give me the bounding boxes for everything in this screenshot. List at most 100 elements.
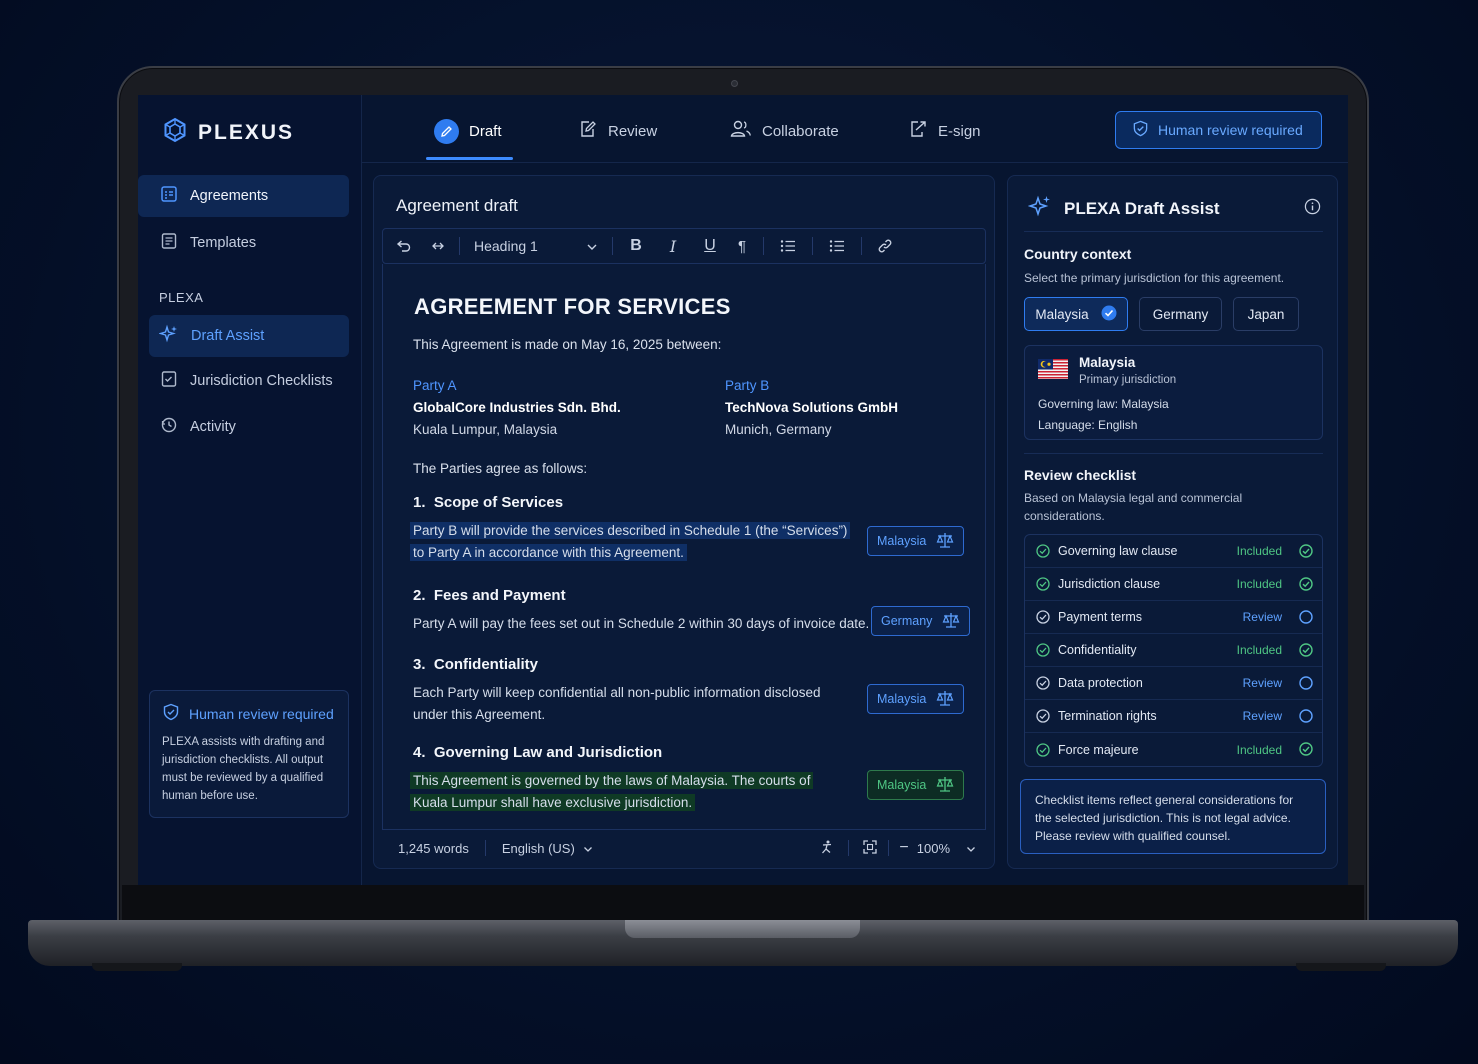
sidebar-item-label: Draft Assist	[191, 328, 265, 344]
checklist-item-status: Included	[1236, 544, 1282, 558]
zoom-level: 100%	[916, 840, 950, 856]
check-circle-icon	[1036, 742, 1050, 757]
bullet-list-icon[interactable]	[770, 229, 806, 263]
checklist-item[interactable]: Governing law clause Included	[1025, 535, 1322, 568]
party-a-location: Kuala Lumpur, Malaysia	[413, 422, 558, 437]
sidebar-item-jurisdiction-checklists[interactable]: Jurisdiction Checklists	[138, 360, 349, 402]
accessibility-icon[interactable]	[819, 839, 835, 858]
review-checklist: Governing law clause Included Jurisdiction…	[1024, 534, 1323, 767]
redo-icon[interactable]	[423, 229, 453, 263]
checklist-item[interactable]: Force majeure Included	[1025, 733, 1322, 766]
language-select[interactable]: English (US)	[502, 841, 593, 856]
notice-text: PLEXA assists with drafting and jurisdic…	[162, 736, 325, 802]
jurisdiction-tag[interactable]: Germany	[871, 606, 971, 636]
style-select-value: Heading 1	[474, 238, 538, 254]
toolbar-divider	[612, 237, 613, 255]
tag-label: Malaysia	[877, 778, 927, 792]
word-count: 1,245 words	[398, 840, 469, 856]
sidebar-item-draft-assist[interactable]: Draft Assist	[149, 315, 349, 357]
empty-circle-icon	[1299, 676, 1313, 693]
undo-icon[interactable]	[383, 229, 423, 263]
tab-label: E-sign	[938, 122, 981, 140]
chip-label: Japan	[1247, 306, 1285, 322]
checklist-sub: Based on Malaysia legal and commercial c…	[1024, 491, 1243, 523]
jurisdiction-tag[interactable]: Malaysia	[867, 526, 965, 556]
section-heading: 1. Scope of Services	[413, 494, 563, 511]
laptop-foot	[1296, 963, 1386, 971]
sidebar-item-agreements[interactable]: Agreements	[138, 175, 349, 217]
paragraph-icon[interactable]: ¶	[727, 229, 757, 263]
editor-title: Agreement draft	[396, 196, 518, 215]
app-screen: PLEXUS Agreements Templates PLEXA Draft …	[138, 95, 1348, 885]
underline-icon[interactable]: U	[693, 229, 727, 263]
fullscreen-icon[interactable]	[862, 839, 878, 858]
human-review-notice: Human review required PLEXA assists with…	[149, 690, 349, 818]
sign-export-icon	[908, 119, 928, 143]
tab-collaborate[interactable]: Collaborate	[730, 115, 839, 147]
bold-icon[interactable]: B	[619, 229, 653, 263]
checklist-item[interactable]: Jurisdiction clause Included	[1025, 568, 1322, 601]
highlighted-text: to Party A in accordance with this Agree…	[410, 544, 687, 561]
logo-icon	[162, 117, 188, 148]
document-intro: This Agreement is made on May 16, 2025 b…	[413, 337, 722, 352]
button-label: Human review required	[1158, 122, 1303, 138]
tab-review[interactable]: Review	[578, 115, 657, 147]
document-body[interactable]: AGREEMENT FOR SERVICES This Agreement is…	[382, 264, 986, 830]
country-chip-japan[interactable]: Japan	[1233, 297, 1299, 331]
brand[interactable]: PLEXUS	[162, 117, 294, 148]
shield-icon	[1132, 120, 1149, 140]
section-number: 3.	[413, 656, 426, 673]
check-circle-icon	[1036, 577, 1050, 591]
sidebar-item-templates[interactable]: Templates	[138, 222, 349, 264]
checklist-heading: Review checklist	[1024, 467, 1137, 483]
country-name: Malaysia	[1079, 355, 1136, 370]
active-tab-indicator	[426, 157, 513, 160]
sidebar-item-label: Jurisdiction Checklists	[190, 373, 333, 389]
italic-icon[interactable]: I	[653, 229, 693, 263]
jurisdiction-tag[interactable]: Malaysia	[867, 684, 965, 714]
chip-label: Malaysia	[1035, 306, 1089, 322]
sidebar-item-activity[interactable]: Activity	[138, 406, 349, 448]
chip-label: Germany	[1152, 306, 1209, 322]
zoom-out-button[interactable]: −	[899, 839, 908, 857]
link-icon[interactable]	[868, 229, 902, 263]
country-chip-germany[interactable]: Germany	[1139, 297, 1222, 331]
checklist-item-label: Force majeure	[1058, 742, 1139, 757]
tag-label: Malaysia	[877, 692, 927, 706]
info-icon[interactable]	[1304, 198, 1321, 220]
agree-intro: The Parties agree as follows:	[413, 461, 588, 476]
section-number: 1.	[413, 494, 426, 511]
style-select[interactable]: Heading 1	[466, 229, 606, 263]
tab-e-sign[interactable]: E-sign	[908, 115, 981, 147]
country-context-heading: Country context	[1024, 246, 1132, 262]
highlighted-text: This Agreement is governed by the laws o…	[410, 772, 814, 789]
checklist-item-label: Governing law clause	[1058, 544, 1178, 558]
checklist-item[interactable]: Data protection Review	[1025, 667, 1322, 700]
assist-title-row: PLEXA Draft Assist	[1027, 194, 1220, 223]
chevron-down-icon	[586, 238, 598, 254]
section-line: Party A will pay the fees set out in Sch…	[413, 616, 870, 631]
checklist-item[interactable]: Termination rights Review	[1025, 700, 1322, 733]
human-review-button[interactable]: Human review required	[1115, 111, 1322, 149]
scale-icon	[936, 532, 954, 551]
numbered-list-icon[interactable]	[819, 229, 855, 263]
status-divider	[848, 840, 850, 856]
tab-label: Review	[608, 122, 658, 140]
sidebar-item-label: Activity	[190, 419, 236, 435]
checklist-item-status: Review	[1242, 676, 1282, 690]
chevron-down-icon[interactable]	[966, 841, 976, 856]
laptop-notch	[625, 920, 860, 938]
highlighted-text: Kuala Lumpur shall have exclusive jurisd…	[410, 794, 696, 811]
checklist-item[interactable]: Confidentiality Included	[1025, 634, 1322, 667]
scale-icon	[936, 776, 954, 795]
jurisdiction-tag[interactable]: Malaysia	[867, 770, 965, 800]
check-circle-icon	[1101, 305, 1117, 324]
section-number: 4.	[413, 744, 426, 761]
checklist-item[interactable]: Payment terms Review	[1025, 601, 1322, 634]
section-heading: 4. Governing Law and Jurisdiction	[413, 744, 662, 761]
governing-law: Governing law: Malaysia	[1038, 397, 1169, 411]
toolbar-divider	[459, 237, 460, 255]
section-text: Each Party will keep confidential all no…	[413, 682, 820, 726]
tab-draft[interactable]: Draft	[434, 115, 502, 147]
country-chip-malaysia[interactable]: Malaysia	[1024, 297, 1128, 331]
